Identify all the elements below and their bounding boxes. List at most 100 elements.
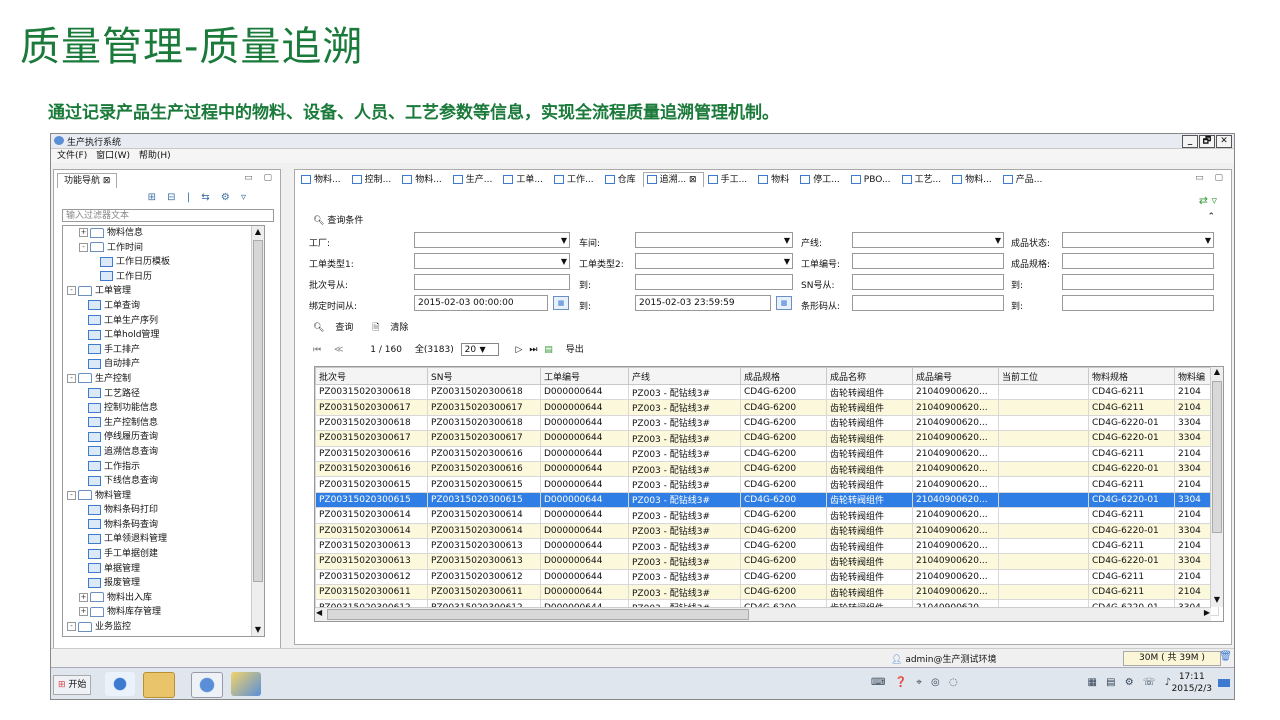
wo-type2-select[interactable]: ▼	[635, 253, 793, 269]
editor-tab[interactable]: 追溯... ⊠	[642, 172, 704, 187]
column-header[interactable]: 当前工位	[998, 367, 1089, 385]
scroll-right-icon[interactable]: ▶	[1204, 608, 1210, 617]
nav-tree-item[interactable]: 报废管理	[63, 576, 264, 591]
nav-tree-item[interactable]: 生产控制信息	[63, 416, 264, 431]
grid-horizontal-scrollbar[interactable]: ◀ ▶	[315, 607, 1211, 621]
start-button[interactable]: ⊞ 开始	[53, 675, 92, 695]
editor-tab[interactable]: 停工...	[796, 172, 847, 187]
column-header[interactable]: 批次号	[315, 367, 428, 385]
table-row[interactable]: PZ00315020300613 PZ00315020300613 D0000006…	[315, 553, 1219, 570]
editor-tab[interactable]: 物料	[754, 172, 796, 187]
column-header[interactable]: SN号	[427, 367, 541, 385]
next-page-icon[interactable]: ▷	[516, 345, 523, 355]
editor-tab[interactable]: 工艺...	[898, 172, 949, 187]
batch-from-input[interactable]	[414, 274, 570, 290]
scroll-thumb[interactable]	[253, 240, 263, 582]
nav-tree-item[interactable]: 手工排产	[63, 343, 264, 358]
expand-toggle-icon[interactable]: -	[67, 373, 76, 383]
nav-tree-item[interactable]: 自动排产	[63, 357, 264, 372]
table-row[interactable]: PZ00315020300613 PZ00315020300613 D0000006…	[315, 537, 1219, 555]
nav-tab[interactable]: 功能导航 ⊠	[57, 173, 118, 188]
table-row[interactable]: PZ00315020300616 PZ00315020300616 D0000006…	[315, 445, 1219, 462]
mes-app-icon[interactable]	[191, 672, 223, 698]
table-row[interactable]: PZ00315020300611 PZ00315020300611 D0000006…	[315, 584, 1219, 601]
table-row[interactable]: PZ00315020300614 PZ00315020300614 D0000006…	[315, 522, 1219, 539]
editor-tab[interactable]: 物料...	[398, 172, 449, 187]
column-header[interactable]: 工单编号	[540, 367, 629, 385]
tray-icons-left[interactable]: ⌨ ❓ ⌖ ◎ ◌	[871, 677, 961, 688]
memory-indicator[interactable]: 30M ( 共 39M )	[1123, 651, 1221, 666]
table-row[interactable]: PZ00315020300617 PZ00315020300617 D0000006…	[315, 430, 1219, 447]
main-view-controls[interactable]: ▭ ▢	[1195, 173, 1227, 183]
nav-tree-item[interactable]: - 物料管理	[63, 489, 264, 504]
nav-tree-item[interactable]: 工单领退料管理	[63, 532, 264, 547]
table-row[interactable]: PZ00315020300615 PZ00315020300615 D0000006…	[315, 476, 1219, 493]
scroll-down-icon[interactable]: ▼	[252, 624, 264, 636]
batch-to-input[interactable]	[635, 274, 793, 290]
expand-toggle-icon[interactable]: -	[79, 242, 88, 252]
nav-tree-item[interactable]: 工作指示	[63, 460, 264, 475]
nav-tree-item[interactable]: 工艺路径	[63, 387, 264, 402]
editor-tab[interactable]: PBO...	[847, 172, 898, 187]
table-row[interactable]: PZ00315020300615 PZ00315020300615 D0000006…	[315, 491, 1219, 509]
clear-button[interactable]: 🗎 清除	[372, 323, 416, 333]
factory-select[interactable]: ▼	[414, 232, 570, 248]
table-row[interactable]: PZ00315020300617 PZ00315020300617 D0000006…	[315, 399, 1219, 416]
sn-to-input[interactable]	[1062, 274, 1214, 290]
close-button[interactable]: ✕	[1216, 135, 1232, 148]
calendar-icon[interactable]: ▦	[553, 296, 569, 310]
barcode-from-input[interactable]	[852, 295, 1004, 311]
search-button[interactable]: 🔍︎ 查询	[313, 323, 361, 333]
nav-tree-item[interactable]: 工单查询	[63, 299, 264, 314]
folder-icon[interactable]	[143, 672, 175, 698]
nav-tree-item[interactable]: 控制功能信息	[63, 401, 264, 416]
nav-tree-item[interactable]: - 生产控制	[63, 372, 264, 387]
expand-toggle-icon[interactable]: -	[67, 286, 76, 296]
expand-toggle-icon[interactable]: +	[79, 592, 88, 602]
restore-button[interactable]: 🗗	[1199, 135, 1215, 148]
column-header[interactable]: 产线	[628, 367, 741, 385]
product-status-select[interactable]: ▼	[1062, 232, 1214, 248]
nav-view-controls[interactable]: ▭ ▢	[244, 173, 276, 183]
table-row[interactable]: PZ00315020300616 PZ00315020300616 D0000006…	[315, 460, 1219, 478]
line-select[interactable]: ▼	[852, 232, 1004, 248]
nav-tree-item[interactable]: + 物料库存管理	[63, 605, 264, 620]
expand-toggle-icon[interactable]: -	[67, 490, 76, 500]
query-header[interactable]: 🔍︎ 查询条件	[313, 213, 363, 226]
bind-time-to-input[interactable]: 2015-02-03 23:59:59 ▦	[635, 295, 792, 311]
nav-tree-item[interactable]: - 工单管理	[63, 284, 264, 299]
nav-tree-scrollbar[interactable]: ▲ ▼	[251, 226, 264, 636]
nav-filter-input[interactable]: 输入过滤器文本	[62, 209, 274, 222]
nav-tree-item[interactable]: 下线信息查询	[63, 474, 264, 489]
table-row[interactable]: PZ00315020300618 PZ00315020300618 D0000006…	[315, 383, 1219, 401]
editor-tab[interactable]: 控制...	[348, 172, 399, 187]
nav-tree-item[interactable]: 追溯信息查询	[63, 445, 264, 460]
tray-icons[interactable]: ▦ ▤ ⚙ ☏ ♪	[1088, 677, 1174, 688]
table-row[interactable]: PZ00315020300614 PZ00315020300614 D0000006…	[315, 507, 1219, 524]
prev-page-icon[interactable]: ≪	[334, 345, 343, 355]
editor-tab[interactable]: 工单...	[499, 172, 550, 187]
workshop-select[interactable]: ▼	[635, 232, 793, 248]
nav-tree-item[interactable]: 工单生产序列	[63, 314, 264, 329]
export-button[interactable]: ▤ 导出	[544, 345, 593, 355]
collapse-icon[interactable]: ⌃	[1207, 212, 1215, 222]
editor-tab[interactable]: 物料...	[297, 172, 348, 187]
scroll-left-icon[interactable]: ◀	[316, 608, 322, 617]
nav-tree-item[interactable]: 工作日历模板	[63, 255, 264, 270]
nav-tree-item[interactable]: 物料条码查询	[63, 518, 264, 533]
editor-tab[interactable]: 物料...	[948, 172, 999, 187]
nav-tree-item[interactable]: 手工单据创建	[63, 547, 264, 562]
nav-tree-item[interactable]: - 业务监控	[63, 620, 264, 635]
scroll-thumb[interactable]	[327, 609, 749, 620]
expand-toggle-icon[interactable]: +	[79, 607, 88, 617]
nav-tree-item[interactable]: 物料条码打印	[63, 503, 264, 518]
editor-tab[interactable]: 生产...	[449, 172, 500, 187]
scroll-thumb[interactable]	[1212, 381, 1222, 533]
sn-from-input[interactable]	[852, 274, 1004, 290]
browser-icon[interactable]	[105, 672, 135, 696]
grid-vertical-scrollbar[interactable]: ▲ ▼	[1210, 367, 1223, 607]
scroll-down-icon[interactable]: ▼	[1211, 595, 1223, 607]
bind-time-from-input[interactable]: 2015-02-03 00:00:00 ▦	[414, 295, 569, 311]
editor-tab[interactable]: 产品...	[999, 172, 1050, 187]
column-header[interactable]: 成品规格	[740, 367, 827, 385]
